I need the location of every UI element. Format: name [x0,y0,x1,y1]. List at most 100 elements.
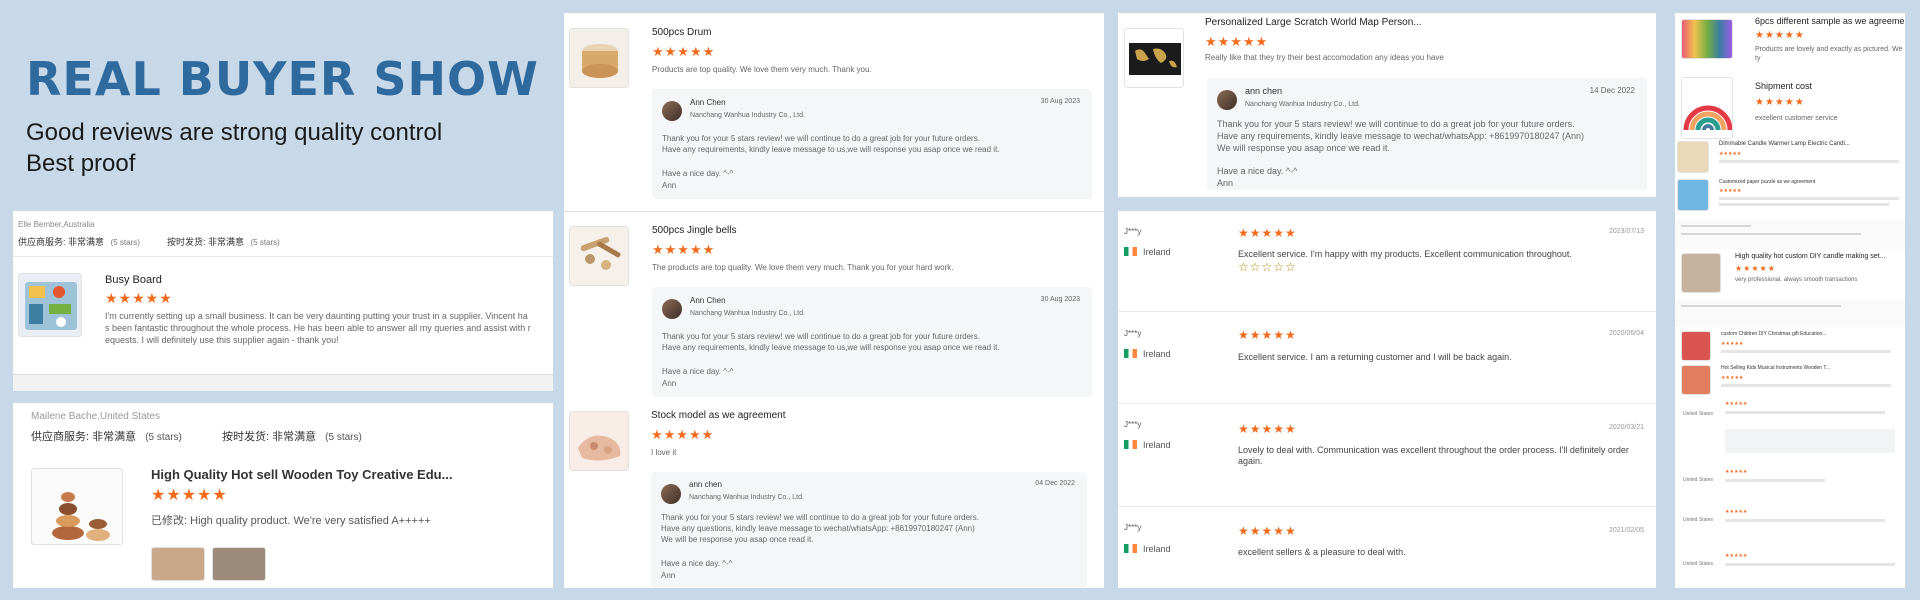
ireland-flag-icon [1124,349,1137,358]
delivery-value: 非常满意 [207,237,244,247]
supplier-reply: ann chen Nanchang Wanhua Industry Co., L… [651,472,1087,588]
jingle-bells-image [580,236,621,270]
reviewer-country: United States [1683,517,1714,523]
product-image-candle-lamp[interactable] [1677,141,1709,173]
rainbow-toy-image [1683,105,1732,131]
rating-stars: ★★★★★ [652,242,716,257]
reviewer-name: J***y [1124,329,1142,338]
reviewer-country: Ireland [1124,247,1171,257]
supplier-reply: ann chen Nanchang Wanhua Industry Co., L… [1207,78,1647,190]
reply-name: Ann Chen [690,98,726,107]
delivery-label: 按时发货: [166,237,206,247]
review-text-line-1: Lovely to deal with. Communication was e… [1238,445,1629,455]
supplier-reply: Ann Chen Nanchang Wanhua Industry Co., L… [652,287,1092,397]
review-panel-orders: 500pcs Drum ★★★★★ Products are top quali… [564,13,1104,588]
review-text: I love it [651,448,677,457]
reply-date: 30 Aug 2023 [1040,296,1080,303]
product-name[interactable]: High quality hot custom DIY candle makin… [1735,253,1885,260]
product-image-stock-model[interactable] [569,411,629,471]
reply-name: Ann Chen [690,296,726,305]
product-name[interactable]: 6pcs different sample as we agreement [1755,16,1905,26]
product-image-drum[interactable] [569,28,629,88]
reply-company: Nanchang Wanhua Industry Co., Ltd. [1245,101,1360,108]
product-name[interactable]: Hot Selling Kids Musical Instruments Woo… [1721,365,1830,371]
product-name[interactable]: 500pcs Jingle bells [652,225,737,236]
review-photo-2[interactable] [212,547,266,581]
review-photo-1[interactable] [151,547,205,581]
busy-board-image [25,282,77,330]
product-image-instruments[interactable] [1681,365,1711,395]
review-date: 2021/02/05 [1608,527,1644,534]
reply-line-3: We will be response you asap once read i… [661,535,814,544]
stacking-stones-image [52,492,110,541]
world-map-image [1129,43,1181,75]
delivery-stars: (5 stars) [325,432,362,443]
review-text: 已修改: High quality product. We're very sa… [151,512,431,528]
product-image-puzzle[interactable] [1677,179,1709,211]
reply-name: ann chen [1245,86,1283,96]
review-text-line-1: Products are lovely and exactly as pictu… [1755,46,1903,53]
review-text-line-2: ty [1755,55,1761,62]
reply-line-4: Ann [662,181,677,190]
review-text-body: High quality product. We're very satisfi… [190,515,431,527]
product-name[interactable]: Stock model as we agreement [651,410,786,421]
product-name[interactable]: Busy Board [105,274,162,286]
product-image-rainbow[interactable] [1681,77,1733,139]
rating-stars: ★★★★★ [151,487,228,504]
rating-summary: 供应商服务: 非常满意 (5 stars) 按时发货: 非常满意 (5 star… [31,428,362,444]
rating-stars: ★★★★★ [1755,97,1805,108]
product-image-candle-set[interactable] [1681,253,1721,293]
product-image-jingle-bells[interactable] [569,226,629,286]
product-image-world-map[interactable] [1124,28,1184,88]
reply-line-2: Have any requirements, kindly leave mess… [662,145,1000,154]
rating-stars: ★★★★★ [1725,469,1748,475]
product-name[interactable]: 500pcs Drum [652,27,711,38]
reply-line-3: Have a nice day. ^-^ [662,367,734,376]
reply-line-2: Have any questions, kindly leave message… [661,524,975,533]
rating-stars: ★★★★★ [652,44,716,59]
emoji-stars: ☆☆☆☆☆ [1238,260,1297,274]
rating-stars: ★★★★★ [1719,151,1742,157]
product-name[interactable]: Shipment cost [1755,81,1812,91]
rating-stars: ★★★★★ [1725,509,1748,515]
product-image-busy-board[interactable] [18,273,82,337]
reply-date: 04 Dec 2022 [1035,480,1075,487]
ireland-flag-icon [1124,440,1137,449]
reply-line-4: Have a nice day. ^-^ [1217,166,1298,176]
reply-line-5: Ann [661,571,676,580]
supplier-service-label: 供应商服务: [31,431,90,443]
banner-subtitle-1: Good reviews are strong quality control [26,119,443,146]
reply-line-5: Ann [1217,178,1234,188]
delivery-label: 按时发货: [221,431,270,443]
reply-line-4: Have a nice day. ^-^ [661,559,733,568]
avatar [662,299,682,319]
review-text: excellent sellers & a pleasure to deal w… [1238,547,1406,557]
review-text: Products are top quality. We love them v… [652,65,872,74]
review-text: Excellent service. I am a returning cust… [1238,352,1512,362]
product-name[interactable]: Dimmable Candle Warmer Lamp Electric Can… [1719,141,1850,147]
product-name[interactable]: High Quality Hot sell Wooden Toy Creativ… [151,467,452,482]
avatar [1217,90,1237,110]
review-list-ireland: J***y Ireland ★★★★★ 2023/07/13 Excellent… [1118,211,1656,588]
modified-label: 已修改: [151,515,188,527]
reply-line-1: Thank you for your 5 stars review! we wi… [1217,119,1575,129]
product-image-samples[interactable] [1681,19,1733,59]
product-name[interactable]: Customized paper puzzle as we agreement [1719,179,1815,185]
supplier-service-stars: (5 stars) [145,432,182,443]
product-name[interactable]: Personalized Large Scratch World Map Per… [1205,17,1422,28]
reviewer-country: United States [1683,411,1714,417]
supplier-service-label: 供应商服务: [18,237,66,247]
review-card-world-map: Personalized Large Scratch World Map Per… [1118,13,1656,197]
rating-stars: ★★★★★ [1238,524,1297,538]
product-image-christmas-gift[interactable] [1681,331,1711,361]
buyer-name: Elle Bember,Australia [18,220,95,229]
reviewer-country: United States [1683,561,1714,567]
rating-summary: 供应商服务: 非常满意 (5 stars) 按时发货: 非常满意 (5 star… [18,235,280,248]
ireland-flag-icon [1124,247,1137,256]
product-image-wooden-toy[interactable] [31,468,123,545]
reviewer-country: Ireland [1124,349,1171,359]
product-name[interactable]: custom Children DIY Christmas gift Educa… [1721,331,1827,337]
rating-stars: ★★★★★ [1725,401,1748,407]
reviewer-country: Ireland [1124,544,1171,554]
delivery-value: 非常满意 [272,431,317,443]
